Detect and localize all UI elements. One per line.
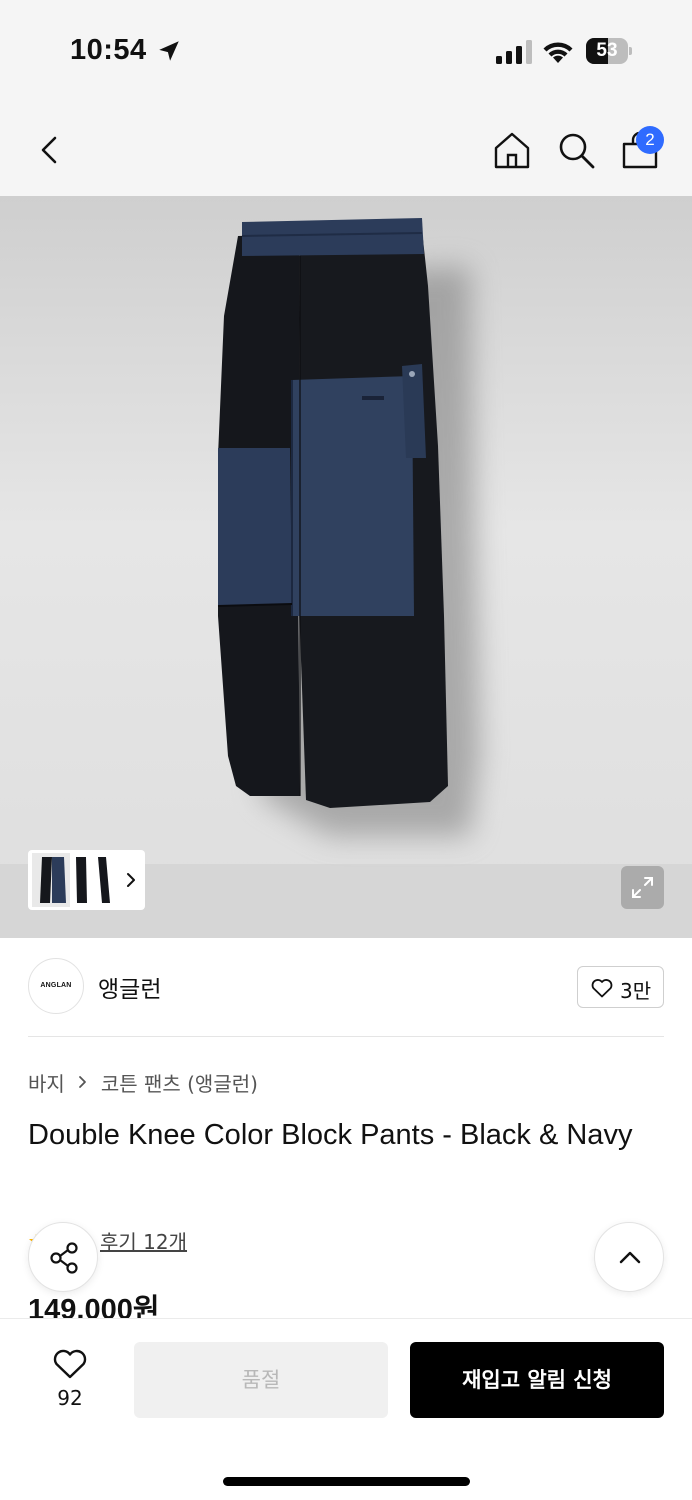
pants-photo <box>217 218 480 836</box>
review-link[interactable]: 후기 12개 <box>100 1226 187 1255</box>
share-button[interactable] <box>28 1222 98 1292</box>
expand-button[interactable] <box>621 866 664 909</box>
search-icon[interactable] <box>554 128 598 172</box>
breadcrumb: 바지 코튼 팬츠 (앵글런) <box>28 1068 258 1096</box>
brand-logo-text: ANGLAN <box>40 982 72 989</box>
chevron-right-icon <box>78 1076 86 1088</box>
status-bar: 10:54 53 <box>0 0 692 100</box>
brand-name[interactable]: 앵글런 <box>98 970 161 1004</box>
location-arrow-icon <box>159 41 179 61</box>
heart-icon <box>591 979 613 998</box>
scroll-to-top-button[interactable] <box>594 1222 664 1292</box>
status-time: 10:54 <box>70 34 147 66</box>
brand-like-count: 3만 <box>620 979 652 1003</box>
breadcrumb-subcategory[interactable]: 코튼 팬츠 (앵글런) <box>101 1068 258 1097</box>
expand-icon <box>632 877 653 898</box>
product-image[interactable] <box>0 196 692 938</box>
soldout-button: 품절 <box>134 1342 388 1418</box>
battery-icon: 53 <box>586 38 632 64</box>
brand-like-button[interactable]: 3만 <box>577 966 664 1008</box>
share-icon <box>50 1242 78 1274</box>
heart-icon[interactable] <box>52 1346 88 1380</box>
cart-count-badge: 2 <box>636 126 664 154</box>
brand-logo[interactable]: ANGLAN <box>28 958 84 1014</box>
home-icon[interactable] <box>490 128 534 172</box>
cellular-signal-icon <box>496 40 532 64</box>
battery-percent: 53 <box>596 40 618 61</box>
breadcrumb-category[interactable]: 바지 <box>28 1068 65 1097</box>
restock-alert-button[interactable]: 재입고 알림 신청 <box>410 1342 664 1418</box>
home-indicator <box>223 1477 470 1486</box>
back-chevron-icon[interactable] <box>28 128 72 172</box>
product-title: Double Knee Color Block Pants - Black & … <box>28 1119 633 1151</box>
chevron-up-icon <box>619 1251 641 1264</box>
wifi-icon <box>543 42 573 63</box>
wishlist-count: 92 <box>57 1386 83 1410</box>
chevron-right-icon[interactable] <box>121 868 141 892</box>
divider <box>28 1036 664 1037</box>
top-nav-bar <box>0 100 692 196</box>
thumbnail-images[interactable] <box>32 853 116 907</box>
